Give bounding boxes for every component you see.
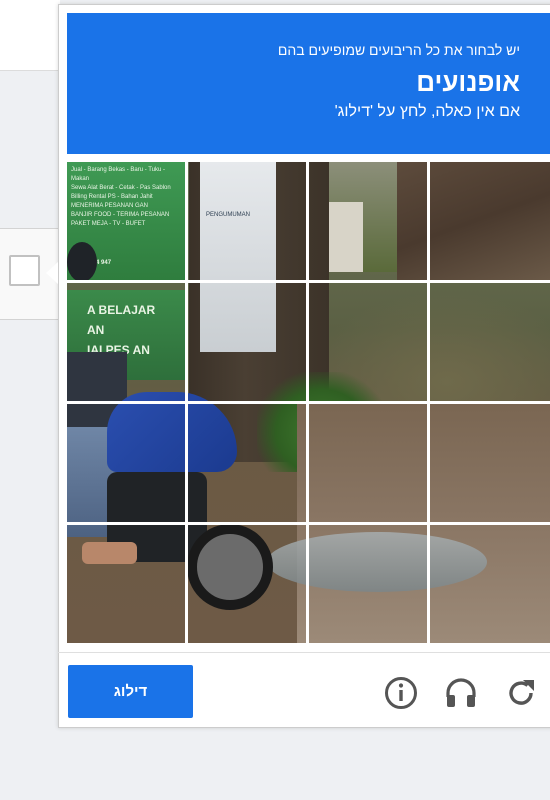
image-tile[interactable] (430, 283, 548, 401)
target-object-label: אופנועים (416, 67, 520, 97)
info-icon[interactable] (383, 675, 419, 711)
popup-arrow (46, 262, 58, 284)
image-tile[interactable] (309, 283, 427, 401)
image-tile[interactable] (188, 162, 306, 280)
headphones-icon[interactable] (443, 675, 479, 711)
image-tile[interactable] (67, 283, 185, 401)
recaptcha-checkbox[interactable] (9, 255, 40, 286)
challenge-header: יש לבחור את כל הריבועים שמופיעים בהם אופ… (67, 13, 550, 154)
image-tile[interactable] (309, 525, 427, 643)
image-tile[interactable] (430, 162, 548, 280)
image-grid: Jual - Barang Bekas - Baru - Tuku - Maka… (67, 162, 550, 643)
image-tile[interactable] (430, 525, 548, 643)
image-tile[interactable] (67, 162, 185, 280)
skip-button[interactable]: דילוג (68, 665, 193, 718)
reload-icon[interactable] (503, 675, 539, 711)
image-tile[interactable] (188, 283, 306, 401)
image-tile[interactable] (67, 525, 185, 643)
grid-divider (67, 280, 550, 283)
page-background-top (0, 0, 60, 71)
image-tile[interactable] (309, 162, 427, 280)
skip-hint-text: אם אין כאלה, לחץ על 'דילוג' (334, 103, 520, 120)
image-tile[interactable] (188, 404, 306, 522)
grid-divider (67, 522, 550, 525)
image-tile[interactable] (430, 404, 548, 522)
image-tile[interactable] (67, 404, 185, 522)
instruction-text: יש לבחור את כל הריבועים שמופיעים בהם (277, 42, 520, 58)
grid-divider (67, 401, 550, 404)
footer-divider (58, 652, 550, 653)
image-tile[interactable] (188, 525, 306, 643)
image-tile[interactable] (309, 404, 427, 522)
